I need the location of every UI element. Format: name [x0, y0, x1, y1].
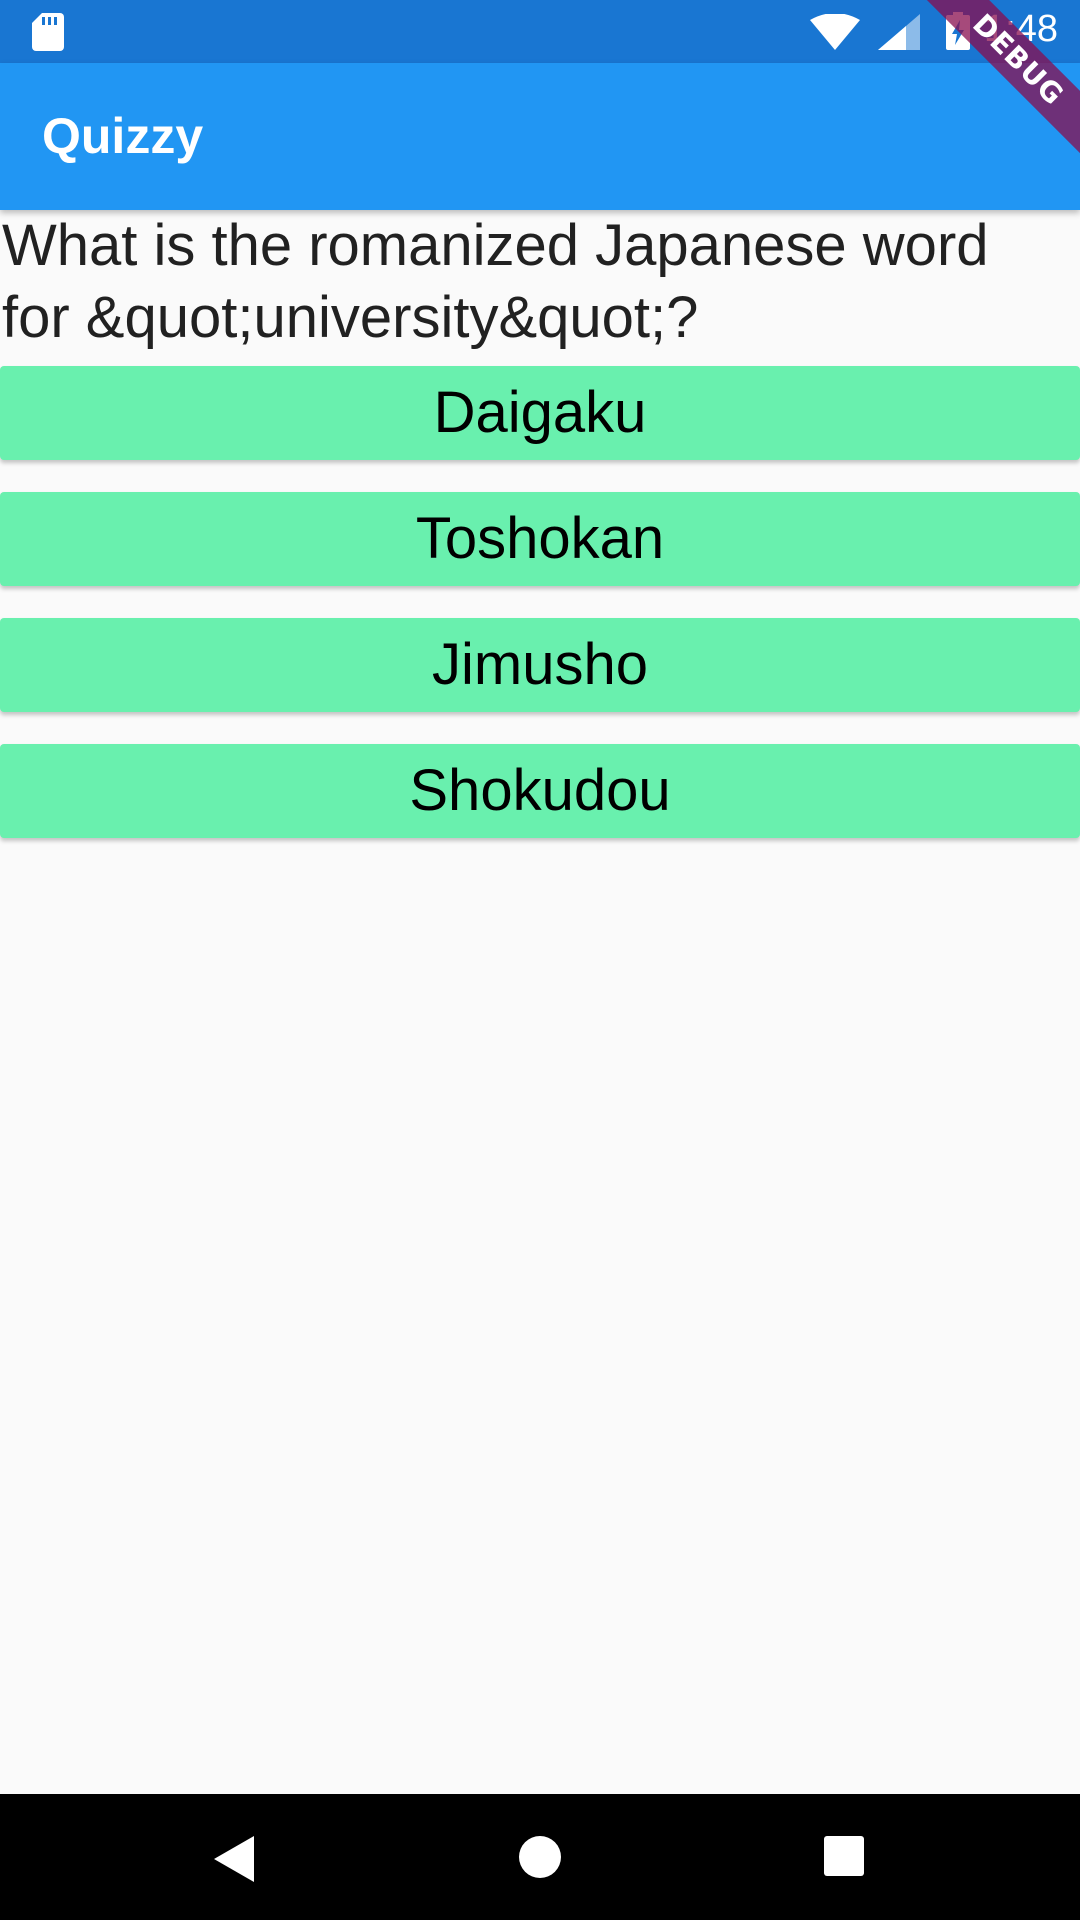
navigation-bar — [0, 1794, 1080, 1920]
screen: 1:48 Quizzy DEBUG What is the romanized … — [0, 0, 1080, 1920]
answer-button-shokudou[interactable]: Shokudou — [0, 744, 1080, 838]
quiz-content: What is the romanized Japanese word for … — [0, 210, 1080, 870]
answer-button-jimusho[interactable]: Jimusho — [0, 618, 1080, 712]
signal-icon — [878, 14, 920, 50]
answer-list: Daigaku Toshokan Jimusho Shokudou — [0, 366, 1080, 838]
status-time: 1:48 — [984, 8, 1058, 50]
app-bar: Quizzy — [0, 63, 1080, 210]
status-bar: 1:48 — [0, 0, 1080, 63]
home-icon[interactable] — [519, 1836, 561, 1878]
back-icon[interactable] — [214, 1836, 256, 1882]
battery-charging-icon — [946, 12, 970, 50]
answer-button-daigaku[interactable]: Daigaku — [0, 366, 1080, 460]
sd-card-icon — [32, 13, 64, 51]
app-title: Quizzy — [42, 108, 204, 164]
answer-button-toshokan[interactable]: Toshokan — [0, 492, 1080, 586]
wifi-icon — [810, 14, 860, 50]
question-text: What is the romanized Japanese word for … — [2, 213, 989, 350]
recents-icon[interactable] — [824, 1836, 864, 1876]
